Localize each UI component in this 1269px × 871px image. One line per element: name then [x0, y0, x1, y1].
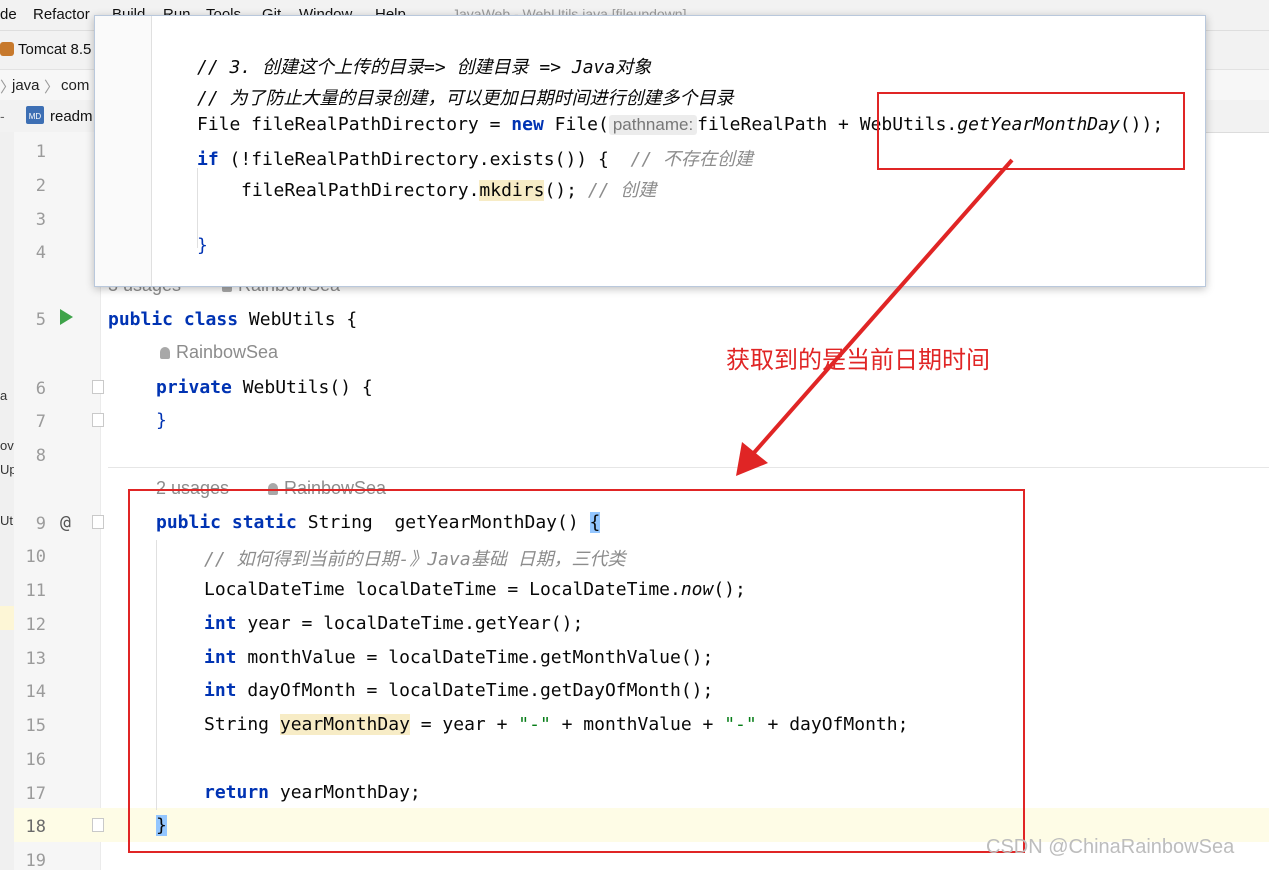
line-number: 2 [35, 176, 46, 196]
line-number: 7 [35, 412, 46, 432]
project-tree-selection [0, 606, 14, 630]
popup-code-line[interactable]: if (!fileRealPathDirectory.exists()) { /… [197, 145, 753, 171]
popup-gutter [95, 16, 152, 286]
line-number: 19 [25, 851, 46, 871]
popup-code-line[interactable]: // 为了防止大量的目录创建，可以更加日期时间进行创建多个目录 [197, 84, 734, 110]
line-number: 18 [25, 817, 46, 837]
method-separator [108, 467, 1269, 468]
popup-code-line[interactable]: fileRealPathDirectory.mkdirs(); // 创建 [241, 176, 656, 202]
line-number: 1 [35, 142, 46, 162]
run-config-label: Tomcat 8.5 [18, 41, 92, 58]
tomcat-icon [0, 42, 14, 56]
line-number: 14 [25, 682, 46, 702]
popup-code-line[interactable]: } [197, 235, 208, 256]
line-number: 11 [25, 581, 46, 601]
line-number: 15 [25, 716, 46, 736]
annotation-box-method [128, 489, 1025, 853]
line-number: 10 [25, 547, 46, 567]
annotation-box-call [877, 92, 1185, 170]
person-icon [160, 347, 170, 359]
line-number: 8 [35, 446, 46, 466]
project-tree-fragment: ov [0, 438, 14, 453]
annotation-label: 获取到的是当前日期时间 [726, 346, 990, 374]
watermark: CSDN @ChinaRainbowSea [986, 836, 1235, 858]
fold-icon[interactable] [92, 413, 104, 427]
author-hint[interactable]: RainbowSea [160, 342, 278, 363]
markdown-file-icon: MD [26, 106, 44, 124]
line-number: 13 [25, 649, 46, 669]
code-line-6[interactable]: private WebUtils() { [156, 377, 373, 398]
tab-readme[interactable]: readm [50, 108, 93, 125]
popup-code-line[interactable]: // 3. 创建这个上传的目录=> 创建目录 => Java对象 [197, 53, 651, 79]
fold-icon[interactable] [92, 380, 104, 394]
line-number: 12 [25, 615, 46, 635]
line-number: 9 [35, 514, 46, 534]
run-config-selector[interactable]: Tomcat 8.5 [0, 41, 91, 58]
line-number: 6 [35, 379, 46, 399]
override-marker-icon[interactable]: @ [60, 512, 71, 533]
code-line-7[interactable]: } [156, 410, 167, 431]
tab-dash-icon: - [0, 108, 5, 124]
breadcrumb-com[interactable]: com [61, 77, 89, 94]
line-number: 3 [35, 210, 46, 230]
line-number: 4 [35, 243, 46, 263]
project-panel-strip[interactable]: a ov Upl Ut [0, 132, 20, 870]
menu-item-refactor[interactable]: Refactor [33, 6, 90, 23]
project-tree-fragment: a [0, 388, 8, 403]
code-line-5[interactable]: public class WebUtils { [108, 309, 357, 330]
fold-icon[interactable] [92, 818, 104, 832]
line-number: 17 [25, 784, 46, 804]
menu-item-code[interactable]: de [0, 6, 17, 23]
fold-icon[interactable] [92, 515, 104, 529]
breadcrumb-java[interactable]: java [12, 77, 40, 94]
parameter-name-hint: pathname: [608, 115, 698, 135]
run-gutter-icon[interactable] [60, 309, 73, 325]
chevron-right-icon: 〉 [44, 79, 60, 96]
line-number: 5 [35, 310, 46, 330]
line-number: 16 [25, 750, 46, 770]
project-tree-fragment: Ut [0, 513, 13, 528]
indent-guide [151, 16, 152, 286]
